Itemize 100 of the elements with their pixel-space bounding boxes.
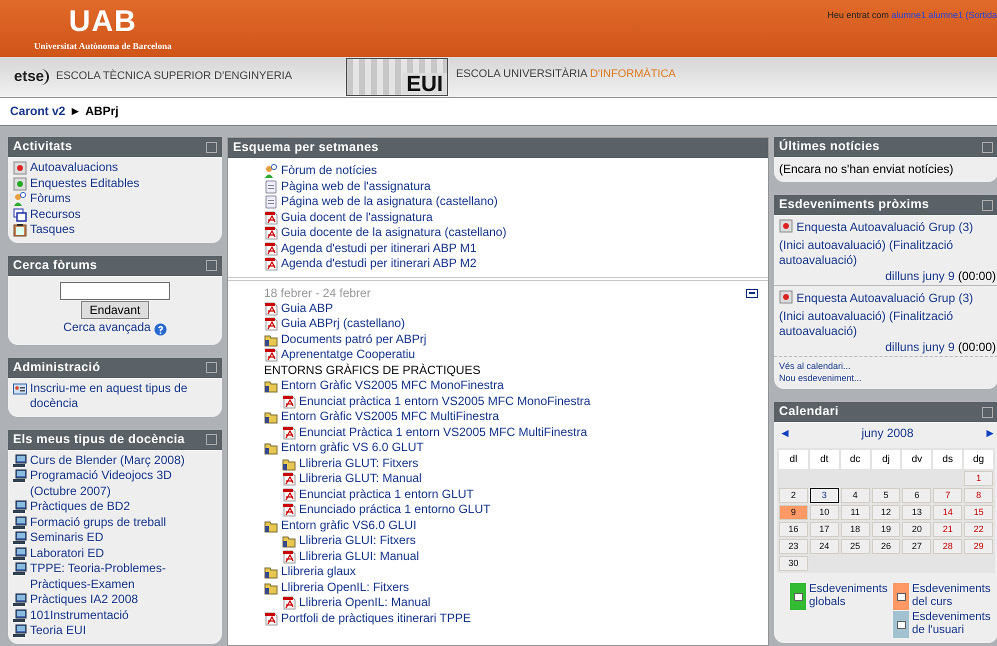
calendar-day[interactable]: 17 bbox=[810, 522, 839, 537]
calendar-day[interactable]: 19 bbox=[872, 522, 900, 537]
legend-label[interactable]: Esdeveniments del curs bbox=[912, 583, 992, 609]
activity-link[interactable]: Llibreria GLUT: Fitxers bbox=[299, 456, 418, 471]
calendar-day[interactable]: 25 bbox=[840, 539, 870, 554]
calendar-day[interactable]: 20 bbox=[902, 522, 932, 537]
block-link[interactable]: Pràctiques de BD2 bbox=[30, 499, 130, 514]
block-link[interactable]: Laboratori ED bbox=[30, 546, 104, 561]
calendar-day[interactable]: 26 bbox=[872, 539, 900, 554]
calendar-day[interactable]: 18 bbox=[840, 522, 870, 537]
block-link[interactable]: Tasques bbox=[30, 222, 75, 238]
activity-link[interactable]: Enunciado práctica 1 entorno GLUT bbox=[299, 502, 490, 518]
activity-link[interactable]: Entorn Gràfic VS2005 MFC MonoFinestra bbox=[281, 378, 504, 394]
block-link[interactable]: Teoria EUI bbox=[30, 623, 86, 638]
calendar-day[interactable]: 14 bbox=[933, 505, 962, 520]
calendar-day[interactable]: 8 bbox=[964, 488, 993, 503]
block-link[interactable]: Pràctiques IA2 2008 bbox=[30, 592, 138, 608]
calendar-day[interactable]: 21 bbox=[933, 522, 962, 537]
activity-link[interactable]: Pàgina web de l'assignatura bbox=[281, 178, 431, 194]
previous-month-link[interactable]: ◄ bbox=[779, 426, 791, 442]
calendar-day[interactable]: 23 bbox=[779, 539, 808, 554]
calendar-day[interactable]: 24 bbox=[810, 539, 839, 554]
activity-link[interactable]: Llibreria glaux bbox=[281, 564, 356, 580]
next-month-link[interactable]: ► bbox=[984, 426, 996, 442]
event-link[interactable]: Enquesta Autoavaluació Grup (3) bbox=[796, 290, 974, 305]
activity-link[interactable]: Llibreria GLUI: Manual bbox=[299, 548, 420, 564]
activity-link[interactable]: Llibreria GLUT: Manual bbox=[299, 471, 422, 486]
activity-link[interactable]: Entorn gràfic VS6.0 GLUI bbox=[281, 518, 416, 533]
legend-swatch[interactable] bbox=[893, 583, 909, 610]
block-link[interactable]: Curs de Blender (Març 2008) bbox=[30, 452, 185, 468]
activity-link[interactable]: Fòrum de notícies bbox=[281, 163, 378, 178]
activity-link[interactable]: Enunciat pràctica 1 entorn GLUT bbox=[299, 486, 474, 502]
activity-link[interactable]: Guia docente de la asignatura (castellano) bbox=[281, 225, 506, 240]
event-date-link[interactable]: dilluns juny 9 bbox=[885, 268, 955, 282]
calendar-day[interactable]: 12 bbox=[872, 505, 900, 520]
activity-link[interactable]: Llibreria GLUI: Fitxers bbox=[299, 533, 416, 548]
block-link[interactable]: Recursos bbox=[30, 206, 81, 222]
legend-label[interactable]: Esdeveniments globals bbox=[809, 583, 889, 609]
clipboard-icon bbox=[13, 223, 27, 237]
activity-link[interactable]: Página web de la asignatura (castellano) bbox=[281, 194, 498, 210]
calendar-day[interactable]: 29 bbox=[964, 539, 993, 554]
block-link[interactable]: TPPE: Teoria-Problemes-Pràctiques-Examen bbox=[30, 561, 217, 592]
calendar-day[interactable]: 5 bbox=[872, 488, 900, 503]
activity-link[interactable]: Enunciat pràctica 1 entorn VS2005 MFC MonoFinestra bbox=[299, 394, 590, 409]
activity-link[interactable]: Aprenentatge Cooperatiu bbox=[281, 347, 416, 362]
activity-link[interactable]: Agenda d'estudi per itinerari ABP M1 bbox=[281, 240, 477, 256]
calendar-day[interactable]: 1 bbox=[964, 471, 993, 486]
event-date-link[interactable]: dilluns juny 9 bbox=[885, 340, 955, 354]
event-detail[interactable]: (Inici autoavaluació) (Finalització autoavaluació) bbox=[779, 238, 996, 268]
activity-link[interactable]: Entorn gràfic VS 6.0 GLUT bbox=[281, 440, 424, 456]
calendar-day[interactable]: 28 bbox=[933, 539, 962, 554]
collapse-icon[interactable] bbox=[746, 288, 758, 298]
calendar-link[interactable]: Vés al calendari... bbox=[779, 360, 993, 372]
calendar-day[interactable]: 30 bbox=[779, 556, 808, 571]
activity-link[interactable]: Enunciat Pràctica 1 entorn VS2005 MFC MultiFinestra bbox=[299, 424, 588, 440]
activity-link[interactable]: Guia ABP bbox=[281, 300, 334, 316]
weekday-label: dv bbox=[902, 450, 932, 469]
home-link[interactable]: Caront v2 bbox=[10, 104, 66, 120]
block-link[interactable]: Fòrums bbox=[30, 191, 71, 206]
calendar-day[interactable]: 13 bbox=[902, 505, 932, 520]
calendar-day[interactable]: 22 bbox=[964, 522, 993, 537]
block-link[interactable]: Seminaris ED bbox=[30, 530, 104, 546]
event-detail[interactable]: (Inici autoavaluació) (Finalització autoavaluació) bbox=[779, 308, 996, 340]
calendar-day[interactable]: 27 bbox=[902, 539, 932, 554]
activity-link[interactable]: Llibreria OpenIL: Manual bbox=[299, 595, 430, 610]
event-link[interactable]: Enquesta Autoavaluació Grup (3) bbox=[796, 220, 974, 234]
activity-link[interactable]: Guia docent de l'assignatura bbox=[281, 210, 433, 225]
block-link[interactable]: Autoavaluacions bbox=[30, 160, 118, 176]
go-button[interactable]: Endavant bbox=[80, 300, 150, 318]
calendar-day[interactable]: 3 bbox=[810, 488, 839, 503]
block-link[interactable]: Programació Videojocs 3D (Octubre 2007) bbox=[30, 468, 217, 499]
block-link[interactable]: Formació grups de treball bbox=[30, 514, 166, 530]
calendar-day[interactable]: 16 bbox=[779, 522, 808, 537]
calendar-day[interactable]: 9 bbox=[779, 505, 808, 520]
calendar-day[interactable]: 2 bbox=[779, 488, 808, 503]
computer-icon bbox=[13, 593, 27, 607]
block-link[interactable]: Inscriu-me en aquest tipus de docència bbox=[30, 380, 217, 412]
calendar-day[interactable]: 10 bbox=[810, 505, 839, 520]
advanced-search-link[interactable]: Cerca avançada bbox=[63, 320, 151, 335]
calendar-link[interactable]: Nou esdeveniment... bbox=[779, 372, 993, 384]
calendar-day[interactable]: 4 bbox=[840, 488, 870, 503]
legend-label[interactable]: Esdeveniments de l'usuari bbox=[912, 611, 992, 637]
activity-link[interactable]: Agenda d'estudi per itinerari ABP M2 bbox=[281, 256, 477, 272]
activity-link[interactable]: Portfoli de pràctiques itinerari TPPE bbox=[281, 610, 471, 626]
activity-link[interactable]: Guia ABPrj (castellano) bbox=[281, 316, 406, 332]
activity-link[interactable]: Entorn Gràfic VS2005 MFC MultiFinestra bbox=[281, 409, 500, 424]
web-page-icon bbox=[264, 195, 278, 209]
activity-link[interactable]: Llibreria OpenIL: Fitxers bbox=[281, 580, 410, 595]
legend-swatch[interactable] bbox=[790, 583, 806, 610]
month-title[interactable]: juny 2008 bbox=[861, 426, 914, 442]
block-link[interactable]: Enquestes Editables bbox=[30, 176, 140, 191]
calendar-day[interactable]: 6 bbox=[902, 488, 932, 503]
legend-swatch[interactable] bbox=[893, 611, 909, 638]
help-icon[interactable] bbox=[154, 322, 167, 336]
calendar-day[interactable]: 11 bbox=[840, 505, 870, 520]
search-field[interactable] bbox=[60, 282, 170, 300]
block-link[interactable]: 101Instrumentació bbox=[30, 608, 129, 623]
calendar-day[interactable]: 7 bbox=[933, 488, 962, 503]
calendar-day[interactable]: 15 bbox=[964, 505, 993, 520]
activity-link[interactable]: Documents patró per ABPrj bbox=[281, 332, 426, 347]
